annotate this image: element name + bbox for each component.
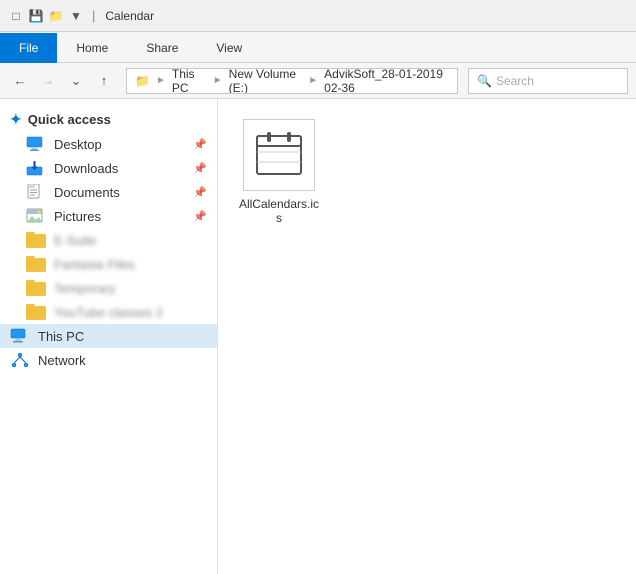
desktop-icon bbox=[26, 136, 46, 152]
pictures-svg bbox=[26, 208, 46, 224]
address-icon: 📁 bbox=[135, 74, 150, 88]
sidebar-item-network-label: Network bbox=[38, 353, 86, 368]
ribbon-tabs: File Home Share View bbox=[0, 32, 636, 62]
sidebar-folder-4-label: YouTube classes 2 bbox=[54, 305, 163, 320]
search-bar[interactable]: 🔍 Search bbox=[468, 68, 628, 94]
up-button[interactable]: ↑ bbox=[92, 69, 116, 93]
file-item-allcalendars[interactable]: AllCalendars.ics bbox=[234, 115, 324, 229]
sidebar-folder-1-label: E-Suite bbox=[54, 233, 97, 248]
title-bar-icons: □ 💾 📁 ▼ | bbox=[8, 8, 95, 24]
quick-access-star-icon: ✦ bbox=[10, 111, 22, 128]
ribbon: File Home Share View bbox=[0, 32, 636, 63]
sidebar-item-downloads[interactable]: Downloads 📌 bbox=[0, 156, 217, 180]
window-title: Calendar bbox=[101, 9, 628, 23]
tab-file[interactable]: File bbox=[0, 33, 57, 63]
address-sep-2: ► bbox=[308, 75, 318, 86]
sidebar-folder-2[interactable]: Fantasia Files bbox=[0, 252, 217, 276]
sidebar-item-network[interactable]: Network bbox=[0, 348, 217, 372]
title-icon-2: 💾 bbox=[28, 8, 44, 24]
address-bar[interactable]: 📁 ► This PC ► New Volume (E:) ► AdvikSof… bbox=[126, 68, 458, 94]
documents-pin-icon: 📌 bbox=[193, 186, 207, 199]
folder-icon-1 bbox=[26, 232, 46, 248]
sidebar-item-desktop[interactable]: Desktop 📌 bbox=[0, 132, 217, 156]
content-area: AllCalendars.ics bbox=[218, 99, 636, 574]
desktop-pin-icon: 📌 bbox=[193, 138, 207, 151]
tab-view[interactable]: View bbox=[197, 33, 261, 63]
sidebar-folder-4[interactable]: YouTube classes 2 bbox=[0, 300, 217, 324]
quick-access-label: Quick access bbox=[28, 112, 111, 127]
title-icon-1: □ bbox=[8, 8, 24, 24]
sidebar-item-this-pc[interactable]: This PC bbox=[0, 324, 217, 348]
sidebar-item-this-pc-label: This PC bbox=[38, 329, 84, 344]
pictures-icon bbox=[26, 208, 46, 224]
folder-icon-3 bbox=[26, 280, 46, 296]
documents-icon bbox=[26, 184, 46, 200]
tab-share[interactable]: Share bbox=[127, 33, 197, 63]
search-icon: 🔍 bbox=[477, 74, 492, 88]
documents-svg bbox=[26, 184, 46, 200]
address-part-2: AdvikSoft_28-01-2019 02-36 bbox=[324, 68, 449, 94]
this-pc-icon bbox=[10, 328, 30, 344]
folder-icon-2 bbox=[26, 256, 46, 272]
nav-bar: ← → ⌄ ↑ 📁 ► This PC ► New Volume (E:) ► … bbox=[0, 63, 636, 99]
sidebar-folder-3[interactable]: Temporary bbox=[0, 276, 217, 300]
calendar-svg bbox=[252, 128, 306, 182]
downloads-pin-icon: 📌 bbox=[193, 162, 207, 175]
folder-icon-4 bbox=[26, 304, 46, 320]
network-icon bbox=[10, 352, 30, 368]
title-icon-4: ▼ bbox=[68, 8, 84, 24]
file-label-allcalendars: AllCalendars.ics bbox=[238, 197, 320, 225]
desktop-svg bbox=[26, 136, 46, 152]
sidebar-item-desktop-label: Desktop bbox=[54, 137, 102, 152]
address-part-0: This PC bbox=[172, 68, 207, 94]
address-sep-0: ► bbox=[156, 75, 166, 86]
forward-button[interactable]: → bbox=[36, 69, 60, 93]
sidebar-folder-3-label: Temporary bbox=[54, 281, 115, 296]
main-area: ✦ Quick access Desktop 📌 bbox=[0, 99, 636, 574]
title-bar: □ 💾 📁 ▼ | Calendar bbox=[0, 0, 636, 32]
title-icon-3: 📁 bbox=[48, 8, 64, 24]
downloads-svg bbox=[26, 160, 46, 176]
sidebar-item-documents[interactable]: Documents 📌 bbox=[0, 180, 217, 204]
recent-locations-button[interactable]: ⌄ bbox=[64, 69, 88, 93]
file-icon-calendar bbox=[243, 119, 315, 191]
pictures-pin-icon: 📌 bbox=[193, 210, 207, 223]
sidebar-item-downloads-label: Downloads bbox=[54, 161, 118, 176]
sidebar-folder-2-label: Fantasia Files bbox=[54, 257, 135, 272]
quick-access-header: ✦ Quick access bbox=[0, 107, 217, 132]
sidebar-folder-1[interactable]: E-Suite bbox=[0, 228, 217, 252]
this-pc-svg bbox=[10, 328, 30, 344]
search-placeholder: Search bbox=[496, 74, 534, 88]
address-part-1: New Volume (E:) bbox=[229, 68, 303, 94]
downloads-icon bbox=[26, 160, 46, 176]
sidebar-item-pictures[interactable]: Pictures 📌 bbox=[0, 204, 217, 228]
sidebar-item-documents-label: Documents bbox=[54, 185, 120, 200]
address-sep-1: ► bbox=[213, 75, 223, 86]
sidebar-item-pictures-label: Pictures bbox=[54, 209, 101, 224]
back-button[interactable]: ← bbox=[8, 69, 32, 93]
network-svg bbox=[10, 352, 30, 368]
tab-home[interactable]: Home bbox=[57, 33, 127, 63]
sidebar: ✦ Quick access Desktop 📌 bbox=[0, 99, 218, 574]
